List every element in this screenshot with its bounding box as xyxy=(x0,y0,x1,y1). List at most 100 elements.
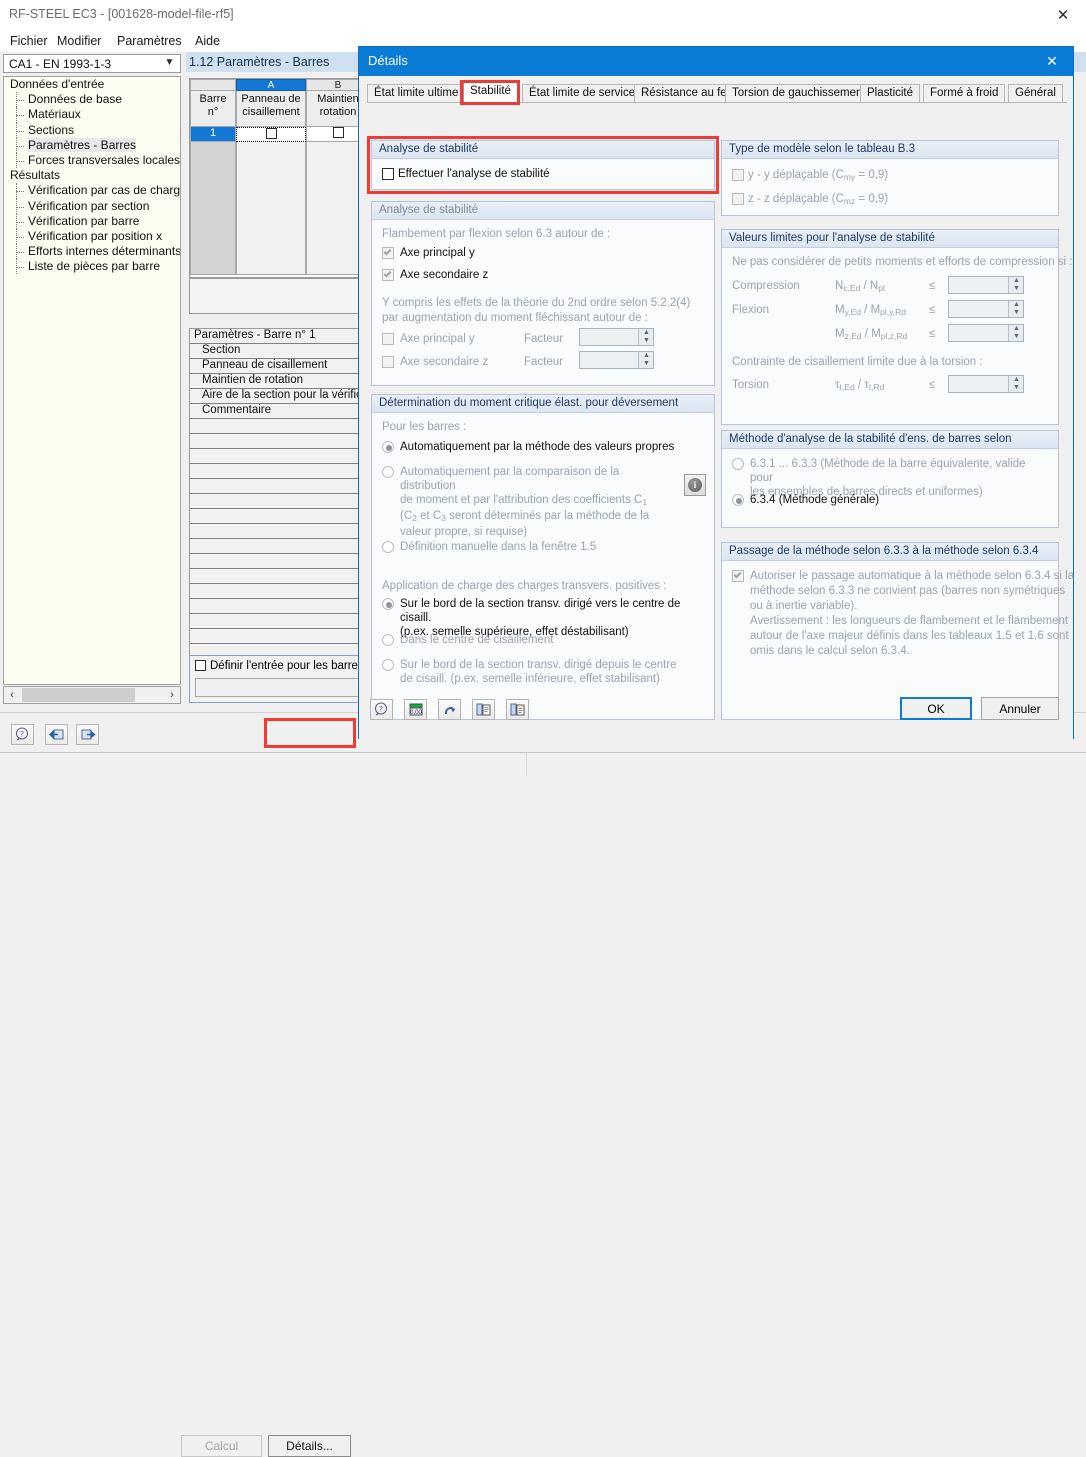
load-option-vers-centre-radio[interactable] xyxy=(382,598,394,610)
previous-window-icon[interactable] xyxy=(45,724,68,745)
list-item[interactable] xyxy=(190,599,368,614)
tree-item-verif-barre[interactable]: Vérification par barre xyxy=(4,213,180,230)
spinner-down-icon[interactable]: ▼ xyxy=(1009,333,1024,341)
list-item[interactable]: Section xyxy=(190,344,368,359)
tree-item-donnees-de-base[interactable]: Données de base xyxy=(4,92,180,108)
menu-item-fichier[interactable]: Fichier xyxy=(5,33,53,49)
list-item[interactable] xyxy=(190,614,368,629)
navigation-tree[interactable]: Données d'entrée Données de base Matéria… xyxy=(3,76,181,685)
list-item[interactable]: Maintien de rotation xyxy=(190,374,368,389)
spinner-up-icon[interactable]: ▲ xyxy=(1009,301,1024,309)
tree-horizontal-scrollbar[interactable]: ‹ › xyxy=(3,686,181,704)
define-entry-row[interactable]: Définir l'entrée pour les barres xyxy=(195,660,364,672)
methode-634-radio[interactable] xyxy=(732,494,744,506)
list-item[interactable] xyxy=(190,584,368,599)
menu-item-aide[interactable]: Aide xyxy=(190,33,225,49)
tab-forme-a-froid[interactable]: Formé à froid xyxy=(923,84,1006,103)
tree-item-forces-transversales[interactable]: Forces transversales locales xyxy=(4,152,180,169)
spinner-arrows[interactable]: ▲ ▼ xyxy=(1008,325,1023,341)
spinner-down-icon[interactable]: ▼ xyxy=(639,360,654,368)
ok-button[interactable]: OK xyxy=(900,697,972,720)
methode-631-633-radio[interactable] xyxy=(732,458,744,470)
parameters-list[interactable]: Paramètres - Barre n° 1 Section Panneau … xyxy=(189,328,369,658)
menu-item-modifier[interactable]: Modifier xyxy=(52,33,106,49)
close-icon[interactable]: ✕ xyxy=(1040,0,1086,30)
spinner-down-icon[interactable]: ▼ xyxy=(1009,309,1024,317)
spinner-arrows[interactable]: ▲ ▼ xyxy=(1008,376,1023,392)
list-item[interactable]: Panneau de cisaillement xyxy=(190,359,368,374)
flexion-y-spinner[interactable]: ▲ ▼ xyxy=(948,300,1024,318)
effectuer-analyse-checkbox[interactable] xyxy=(382,168,394,180)
grid-checkbox-b1[interactable] xyxy=(332,127,344,138)
list-item[interactable] xyxy=(190,464,368,479)
tab-stabilite[interactable]: Stabilité xyxy=(463,82,518,103)
scroll-right-icon[interactable]: › xyxy=(164,687,180,703)
list-item[interactable] xyxy=(190,434,368,449)
tab-plasticite[interactable]: Plasticité xyxy=(860,84,921,103)
scroll-left-icon[interactable]: ‹ xyxy=(4,687,20,703)
torsion-spinner[interactable]: ▲ ▼ xyxy=(948,375,1024,393)
spinner-arrows[interactable]: ▲ ▼ xyxy=(638,329,653,345)
info-icon[interactable]: i xyxy=(684,474,706,496)
details-button[interactable]: Détails... xyxy=(268,1435,351,1457)
tab-general[interactable]: Général xyxy=(1008,84,1063,103)
list-item[interactable] xyxy=(190,479,368,494)
list-item[interactable] xyxy=(190,569,368,584)
define-entry-input[interactable] xyxy=(195,678,375,697)
next-window-icon[interactable] xyxy=(76,724,99,745)
help-icon[interactable]: ? xyxy=(370,699,393,720)
list-item[interactable]: Aire de la section pour la vérifica xyxy=(190,389,368,404)
compression-spinner[interactable]: ▲ ▼ xyxy=(948,276,1024,294)
tab-etat-limite-ultime[interactable]: État limite ultime xyxy=(367,84,466,103)
list-item[interactable] xyxy=(190,509,368,524)
list-item[interactable]: Commentaire xyxy=(190,404,368,419)
spinner-up-icon[interactable]: ▲ xyxy=(1009,376,1024,384)
units-icon[interactable]: 0,00 xyxy=(404,699,427,720)
grid-col-letter-a[interactable]: A xyxy=(236,79,306,91)
tree-item-sections[interactable]: Sections xyxy=(4,122,180,138)
tree-item-verif-cas-charge[interactable]: Vérification par cas de charge xyxy=(4,183,180,199)
tree-item-materiaux[interactable]: Matériaux xyxy=(4,107,180,123)
tree-item-donnees-entree[interactable]: Données d'entrée xyxy=(4,77,180,92)
spinner-up-icon[interactable]: ▲ xyxy=(1009,325,1024,333)
cancel-button[interactable]: Annuler xyxy=(981,697,1059,720)
grid-row-header[interactable]: 1 xyxy=(190,127,236,142)
chevron-down-icon[interactable]: ▼ xyxy=(163,57,176,70)
list-item[interactable] xyxy=(190,539,368,554)
spinner-up-icon[interactable]: ▲ xyxy=(639,352,654,360)
spinner-up-icon[interactable]: ▲ xyxy=(639,329,654,337)
spinner-down-icon[interactable]: ▼ xyxy=(1009,384,1024,392)
copy-settings-icon[interactable] xyxy=(472,699,495,720)
list-item[interactable] xyxy=(190,449,368,464)
members-grid[interactable]: Barre n° 1 A Panneau de cisaillement B Mai… xyxy=(189,78,369,278)
menu-item-parametres[interactable]: Paramètres xyxy=(112,33,187,49)
mcr-option-valeurs-propres-radio[interactable] xyxy=(382,441,394,453)
tree-item-verif-position-x[interactable]: Vérification par position x xyxy=(4,228,180,245)
spinner-arrows[interactable]: ▲ ▼ xyxy=(1008,301,1023,317)
spinner-down-icon[interactable]: ▼ xyxy=(639,337,654,345)
tree-item-efforts-internes[interactable]: Efforts internes déterminants p xyxy=(4,244,180,260)
facteur-z-spinner[interactable]: ▲ ▼ xyxy=(579,351,654,369)
spinner-arrows[interactable]: ▲ ▼ xyxy=(1008,277,1023,293)
scrollbar-thumb[interactable] xyxy=(22,688,135,702)
grid-checkbox-a1[interactable] xyxy=(265,128,277,139)
flexion-z-spinner[interactable]: ▲ ▼ xyxy=(948,324,1024,342)
tree-item-parametres-barres[interactable]: Paramètres - Barres xyxy=(4,137,180,154)
tree-item-verif-section[interactable]: Vérification par section xyxy=(4,198,180,214)
tree-item-liste-pieces[interactable]: Liste de pièces par barre xyxy=(4,259,180,275)
list-item[interactable] xyxy=(190,554,368,569)
grid-cell-a1[interactable] xyxy=(236,127,306,142)
spinner-up-icon[interactable]: ▲ xyxy=(1009,277,1024,285)
tree-item-resultats[interactable]: Résultats xyxy=(4,168,180,183)
define-entry-checkbox[interactable] xyxy=(195,660,206,671)
list-item[interactable] xyxy=(190,629,368,644)
spinner-arrows[interactable]: ▲ ▼ xyxy=(638,352,653,368)
tab-etat-limite-de-service[interactable]: État limite de service xyxy=(522,84,643,103)
list-item[interactable] xyxy=(190,419,368,434)
list-item[interactable] xyxy=(190,524,368,539)
spinner-down-icon[interactable]: ▼ xyxy=(1009,285,1024,293)
save-settings-icon[interactable] xyxy=(506,699,529,720)
help-icon[interactable]: ? xyxy=(11,724,34,745)
facteur-y-spinner[interactable]: ▲ ▼ xyxy=(579,328,654,346)
undo-icon[interactable] xyxy=(438,699,461,720)
